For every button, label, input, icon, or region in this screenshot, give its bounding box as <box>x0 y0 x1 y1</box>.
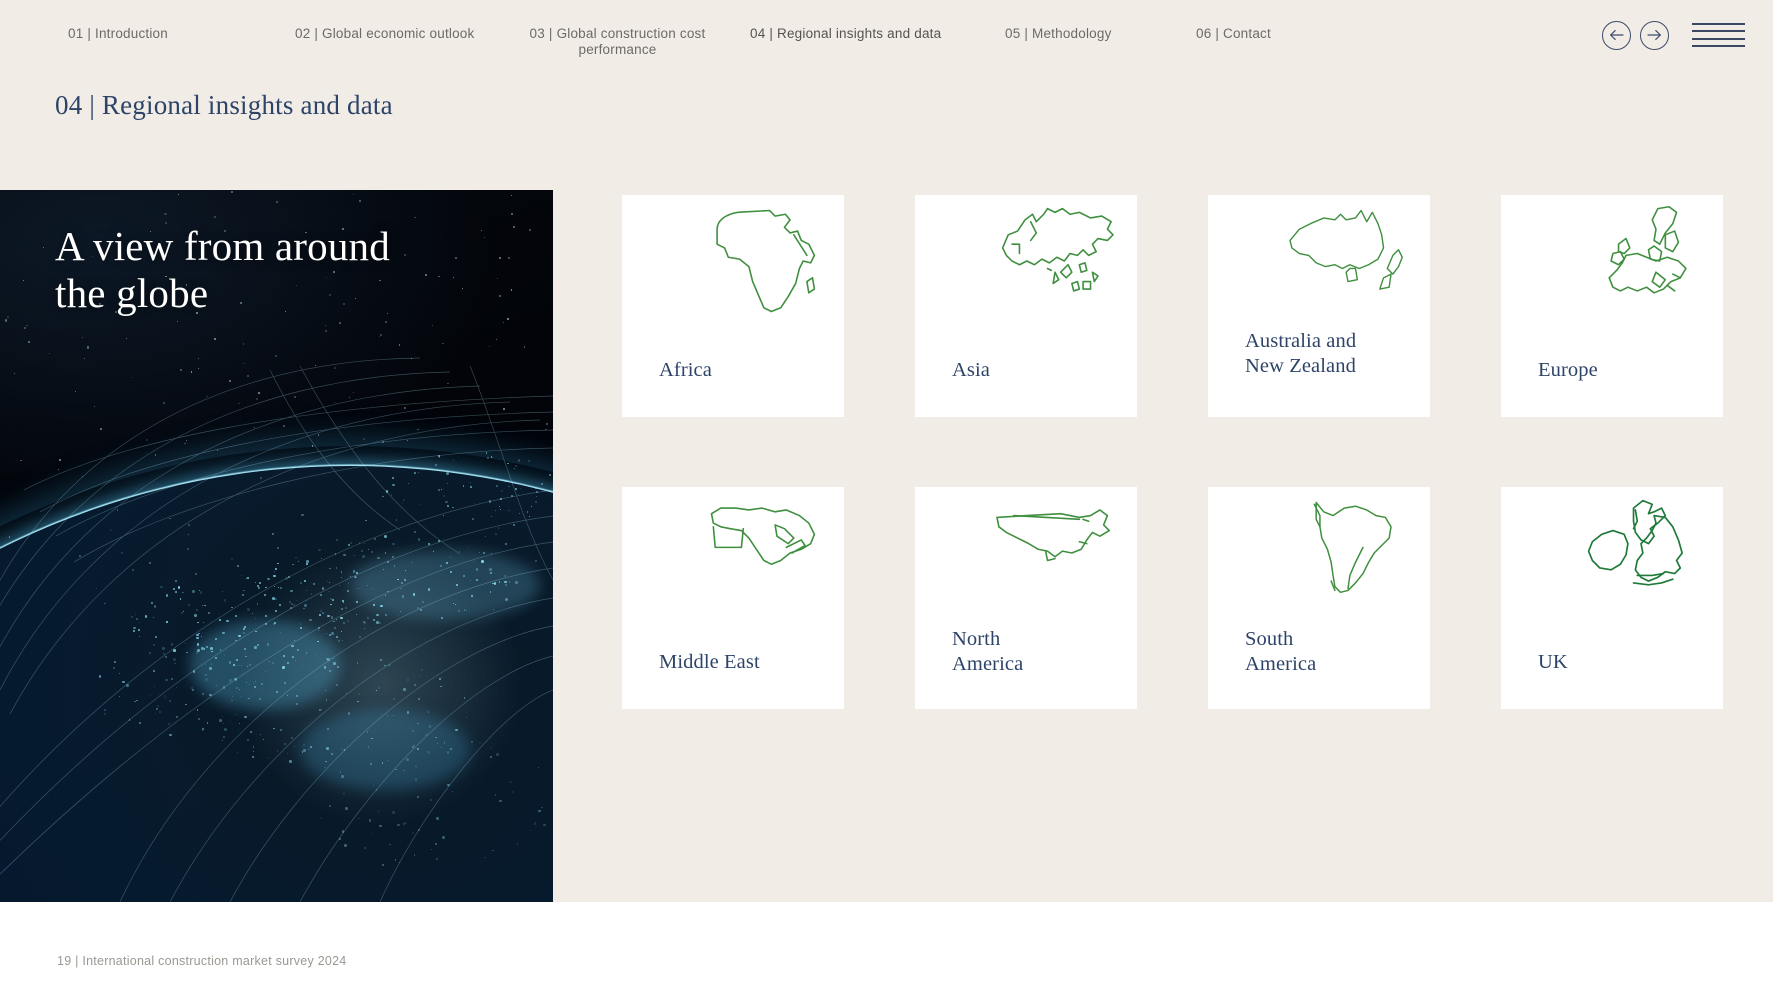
region-card-label: Europe <box>1538 358 1598 383</box>
nav-item-05-methodology[interactable]: 05 | Methodology <box>1005 26 1205 42</box>
south-america-map-icon <box>1282 495 1414 611</box>
top-navigation: 01 | Introduction 02 | Global economic o… <box>0 0 1773 70</box>
region-card-label: UK <box>1538 650 1568 675</box>
hamburger-line <box>1692 38 1745 40</box>
region-card-north-america[interactable]: North America <box>915 487 1137 709</box>
slide-root: 01 | Introduction 02 | Global economic o… <box>0 0 1773 992</box>
region-card-uk[interactable]: UK <box>1501 487 1723 709</box>
europe-map-icon <box>1575 203 1707 319</box>
nav-item-06-contact[interactable]: 06 | Contact <box>1196 26 1356 42</box>
region-card-label: South America <box>1245 627 1316 677</box>
uk-map-icon <box>1575 495 1707 611</box>
nav-item-04-regional-insights-and-data[interactable]: 04 | Regional insights and data <box>750 26 1015 42</box>
region-card-europe[interactable]: Europe <box>1501 195 1723 417</box>
hero-panel: A view from around the globe <box>0 190 553 902</box>
hero-title: A view from around the globe <box>55 223 390 317</box>
nav-item-03-global-construction-cost-performance[interactable]: 03 | Global construction cost performanc… <box>525 26 710 58</box>
previous-slide-button[interactable] <box>1602 21 1631 50</box>
region-card-grid: Africa Asia <box>622 195 1738 709</box>
page-title: 04 | Regional insights and data <box>55 90 393 121</box>
region-card-label: Middle East <box>659 650 760 675</box>
footer: 19 | International construction market s… <box>0 902 1773 992</box>
region-card-australia-and-new-zealand[interactable]: Australia and New Zealand <box>1208 195 1430 417</box>
nav-item-01-introduction[interactable]: 01 | Introduction <box>68 26 278 42</box>
asia-map-icon <box>989 203 1121 319</box>
footer-text: 19 | International construction market s… <box>57 954 347 968</box>
region-card-middle-east[interactable]: Middle East <box>622 487 844 709</box>
hamburger-line <box>1692 45 1745 47</box>
region-card-africa[interactable]: Africa <box>622 195 844 417</box>
arrow-left-icon <box>1609 29 1624 41</box>
region-card-label: Asia <box>952 358 990 383</box>
region-card-label: North America <box>952 627 1023 677</box>
hamburger-line <box>1692 30 1745 32</box>
hamburger-line <box>1692 23 1745 25</box>
nav-item-02-global-economic-outlook[interactable]: 02 | Global economic outlook <box>295 26 555 42</box>
africa-map-icon <box>696 203 828 319</box>
region-card-asia[interactable]: Asia <box>915 195 1137 417</box>
arrow-right-icon <box>1647 29 1662 41</box>
nav-controls <box>1602 20 1745 50</box>
hamburger-menu-icon[interactable] <box>1692 20 1745 50</box>
north-america-map-icon <box>989 495 1121 611</box>
oceania-map-icon <box>1282 203 1414 319</box>
region-card-label: Australia and New Zealand <box>1245 329 1356 379</box>
region-card-label: Africa <box>659 358 712 383</box>
region-card-south-america[interactable]: South America <box>1208 487 1430 709</box>
next-slide-button[interactable] <box>1640 21 1669 50</box>
middle-east-map-icon <box>696 495 828 611</box>
